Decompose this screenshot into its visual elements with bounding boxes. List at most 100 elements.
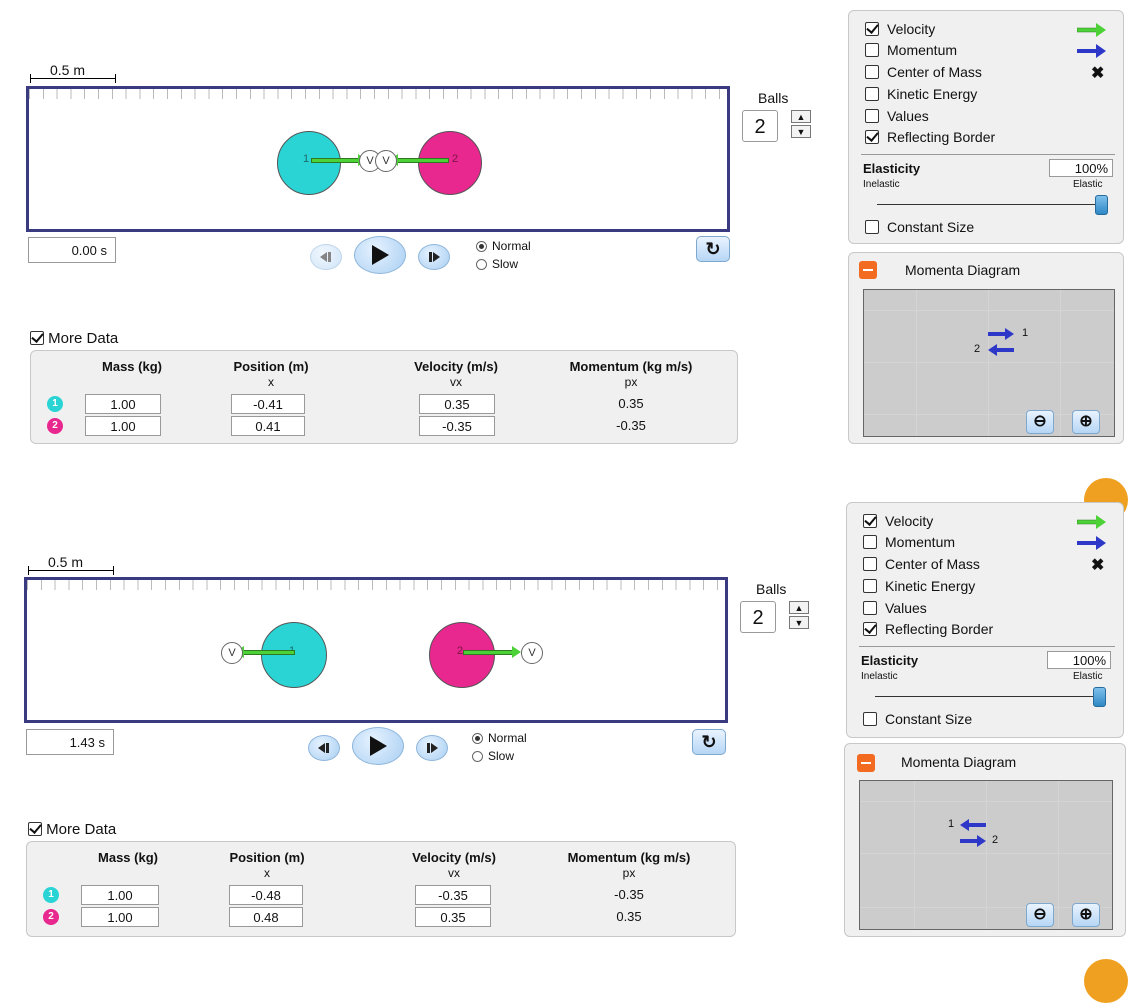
more-data-toggle[interactable]: More Data [30, 330, 118, 347]
mass-field[interactable]: 1.00 [85, 416, 161, 436]
vector-label-2: 2 [974, 343, 981, 355]
reset-button[interactable]: ↻ [696, 236, 730, 262]
speed-normal-label: Normal [488, 731, 527, 745]
reset-button[interactable]: ↻ [692, 729, 726, 755]
velocity-subheader: vx [448, 866, 460, 880]
elasticity-label: Elasticity [861, 653, 919, 668]
checkbox-icon [863, 557, 877, 571]
velocity-arrow-1[interactable] [235, 646, 295, 658]
velocity-field[interactable]: -0.35 [415, 885, 491, 905]
zoom-in-button[interactable]: ⊕ [1072, 410, 1100, 434]
checkmark-icon [863, 514, 877, 528]
velocity-handle-1[interactable]: V [221, 642, 243, 664]
constant-size-option[interactable]: Constant Size [865, 219, 974, 235]
constant-size-option[interactable]: Constant Size [863, 711, 972, 727]
zoom-out-button[interactable]: ⊖ [1026, 410, 1054, 434]
kinetic-energy-option[interactable]: Kinetic Energy [865, 86, 977, 102]
balls-count[interactable]: 2 [742, 110, 778, 142]
inelastic-label: Inelastic [863, 179, 900, 190]
collision-board[interactable]: 1 2 V V [24, 577, 728, 723]
elasticity-value[interactable]: 100% [1049, 159, 1113, 177]
step-forward-button[interactable] [416, 735, 448, 761]
center-of-mass-option[interactable]: Center of Mass [865, 64, 982, 80]
velocity-arrow-2[interactable] [463, 646, 521, 658]
momentum-option[interactable]: Momentum [863, 534, 955, 550]
speed-slow-radio[interactable]: Slow [472, 749, 514, 763]
velocity-handle-2[interactable]: V [375, 150, 397, 172]
speed-slow-radio[interactable]: Slow [476, 257, 518, 271]
position-field[interactable]: -0.48 [229, 885, 303, 905]
option-label: Reflecting Border [887, 129, 996, 145]
reset-icon: ↻ [701, 732, 717, 752]
simulation-panel-2: 0.5 m 1 2 V V Balls 2 ▲ ▼ 1.43 s Normal … [0, 491, 1130, 1003]
option-label: Center of Mass [887, 64, 982, 80]
mass-field[interactable]: 1.00 [81, 907, 159, 927]
position-field[interactable]: -0.41 [231, 394, 305, 414]
momentum-option[interactable]: Momentum [865, 42, 957, 58]
center-of-mass-option[interactable]: Center of Mass [863, 556, 980, 572]
play-button[interactable] [352, 727, 404, 765]
step-forward-icon [427, 743, 438, 753]
elastic-label: Elastic [1073, 671, 1103, 682]
velocity-subheader: vx [450, 375, 462, 389]
more-data-label: More Data [46, 821, 117, 838]
ball-2[interactable] [418, 131, 482, 195]
balls-decrement-button[interactable]: ▼ [791, 125, 811, 138]
position-field[interactable]: 0.41 [231, 416, 305, 436]
mass-field[interactable]: 1.00 [85, 394, 161, 414]
elasticity-slider-thumb[interactable] [1094, 195, 1108, 215]
option-label: Reflecting Border [885, 621, 994, 637]
balls-decrement-button[interactable]: ▼ [789, 616, 809, 629]
reflecting-border-option[interactable]: Reflecting Border [865, 129, 995, 145]
option-label: Momentum [885, 534, 956, 550]
center-of-mass-x-icon: ✖ [1091, 65, 1105, 82]
step-back-button[interactable] [308, 735, 340, 761]
values-option[interactable]: Values [865, 108, 929, 124]
elasticity-slider-thumb[interactable] [1092, 687, 1106, 707]
velocity-field[interactable]: -0.35 [419, 416, 495, 436]
collapse-button[interactable] [859, 261, 877, 279]
more-data-toggle[interactable]: More Data [28, 821, 116, 838]
collapse-button[interactable] [857, 754, 875, 772]
mass-field[interactable]: 1.00 [81, 885, 159, 905]
ball-2-label: 2 [452, 153, 459, 165]
velocity-option[interactable]: Velocity [865, 21, 935, 37]
ball-1-badge: 1 [47, 396, 63, 412]
position-field[interactable]: 0.48 [229, 907, 303, 927]
zoom-in-button[interactable]: ⊕ [1072, 903, 1100, 927]
speed-normal-radio[interactable]: Normal [476, 239, 531, 253]
step-forward-button[interactable] [418, 244, 450, 270]
option-label: Kinetic Energy [885, 578, 976, 594]
balls-increment-button[interactable]: ▲ [791, 110, 811, 123]
ball-2-badge: 2 [47, 418, 63, 434]
elasticity-slider-track[interactable] [877, 204, 1101, 205]
elastic-label: Elastic [1073, 179, 1103, 190]
velocity-field[interactable]: 0.35 [419, 394, 495, 414]
momentum-vector-1 [988, 328, 1014, 340]
velocity-arrow-2[interactable] [389, 154, 449, 166]
values-option[interactable]: Values [863, 600, 927, 616]
velocity-header: Velocity (m/s) [412, 850, 496, 865]
ruler-ticks [27, 580, 725, 590]
elasticity-slider-track[interactable] [875, 696, 1099, 697]
collision-board[interactable]: 1 2 V V [26, 86, 730, 232]
reflecting-border-option[interactable]: Reflecting Border [863, 621, 993, 637]
balls-count[interactable]: 2 [740, 601, 776, 633]
speed-normal-radio[interactable]: Normal [472, 731, 527, 745]
velocity-arrow-1[interactable] [311, 154, 367, 166]
checkmark-icon [28, 822, 42, 836]
velocity-field[interactable]: 0.35 [415, 907, 491, 927]
velocity-handle-2[interactable]: V [521, 642, 543, 664]
play-button[interactable] [354, 236, 406, 274]
option-label: Momentum [887, 42, 958, 58]
zoom-out-button[interactable]: ⊖ [1026, 903, 1054, 927]
balls-increment-button[interactable]: ▲ [789, 601, 809, 614]
velocity-option[interactable]: Velocity [863, 513, 933, 529]
position-subheader: x [264, 866, 270, 880]
momenta-title: Momenta Diagram [901, 754, 1017, 770]
elasticity-value[interactable]: 100% [1047, 651, 1111, 669]
checkbox-icon [865, 87, 879, 101]
grid-line [860, 801, 1112, 802]
step-back-button[interactable] [310, 244, 342, 270]
kinetic-energy-option[interactable]: Kinetic Energy [863, 578, 975, 594]
